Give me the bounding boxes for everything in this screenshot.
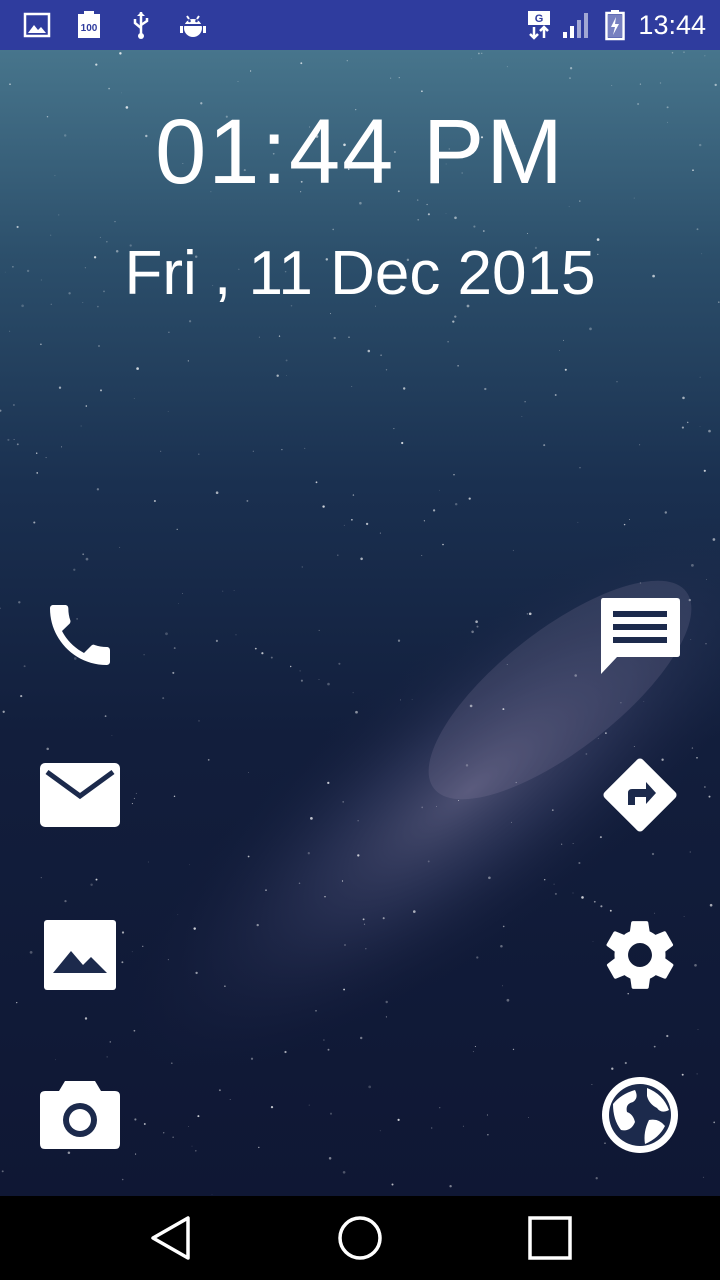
gallery-shortcut[interactable]: [35, 910, 125, 1000]
status-time: 13:44: [638, 10, 706, 40]
battery-100-icon: 100: [74, 9, 104, 41]
recents-button[interactable]: [520, 1210, 580, 1266]
back-icon: [151, 1216, 190, 1260]
settings-icon: [606, 921, 674, 989]
lockscreen-date: Fri , 11 Dec 2015: [124, 239, 596, 308]
phone-icon: [50, 605, 110, 665]
directions-icon: [603, 758, 677, 832]
gallery-notification-icon: [22, 9, 52, 41]
browser-globe-icon: [602, 1077, 678, 1153]
email-icon: [40, 763, 120, 827]
network-g-icon: G: [524, 9, 554, 41]
battery-charging-icon: [600, 9, 630, 41]
signal-icon: [562, 9, 592, 41]
home-button[interactable]: [330, 1210, 390, 1266]
message-shortcut[interactable]: [595, 590, 685, 680]
svg-text:G: G: [535, 13, 544, 25]
camera-shortcut[interactable]: [35, 1070, 125, 1160]
settings-shortcut[interactable]: [595, 910, 685, 1000]
browser-shortcut[interactable]: [595, 1070, 685, 1160]
back-button[interactable]: [140, 1210, 200, 1266]
status-bar: 100 G 13:44: [0, 0, 720, 50]
android-debug-icon: [178, 9, 208, 41]
usb-icon: [126, 9, 156, 41]
email-shortcut[interactable]: [35, 750, 125, 840]
navigation-bar: [0, 1196, 720, 1280]
lockscreen-clock: 01:44 PM: [155, 101, 565, 203]
recents-icon: [528, 1216, 572, 1260]
directions-shortcut[interactable]: [595, 750, 685, 840]
message-icon: [601, 598, 680, 674]
svg-text:100: 100: [81, 23, 98, 34]
camera-icon: [40, 1081, 120, 1149]
phone-shortcut[interactable]: [35, 590, 125, 680]
home-icon: [338, 1216, 382, 1260]
gallery-icon: [44, 920, 116, 990]
